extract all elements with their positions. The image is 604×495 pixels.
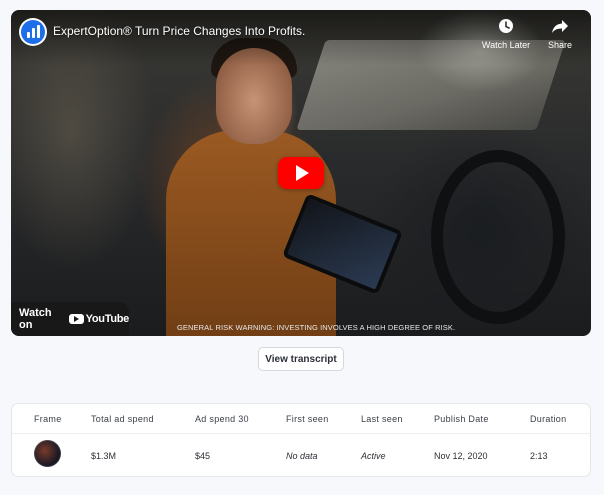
table-header-row: Frame Total ad spend Ad spend 30 First s… bbox=[12, 404, 590, 434]
cell-first-seen: No data bbox=[286, 451, 318, 461]
column-header-duration: Duration bbox=[530, 414, 567, 424]
watch-later-label: Watch Later bbox=[481, 40, 531, 50]
column-header-frame: Frame bbox=[34, 414, 62, 424]
risk-warning-caption: GENERAL RISK WARNING: INVESTING INVOLVES… bbox=[177, 323, 456, 332]
column-header-total-ad-spend: Total ad spend bbox=[91, 414, 154, 424]
youtube-wordmark: YouTube bbox=[85, 313, 130, 325]
cell-duration: 2:13 bbox=[530, 451, 548, 461]
video-title[interactable]: ExpertOption® Turn Price Changes Into Pr… bbox=[53, 24, 305, 38]
frame-thumbnail[interactable] bbox=[34, 440, 61, 467]
video-scene-steering-wheel bbox=[431, 150, 565, 324]
cell-ad-spend-30: $45 bbox=[195, 451, 211, 461]
channel-avatar[interactable] bbox=[19, 18, 47, 46]
watch-on-label: Watch on bbox=[19, 307, 52, 331]
cell-publish-date: Nov 12, 2020 bbox=[434, 451, 488, 461]
youtube-logo: YouTube bbox=[68, 313, 130, 325]
play-icon bbox=[296, 165, 309, 181]
ad-stats-table: Frame Total ad spend Ad spend 30 First s… bbox=[11, 403, 591, 477]
column-header-ad-spend-30: Ad spend 30 bbox=[195, 414, 249, 424]
cell-last-seen: Active bbox=[361, 451, 386, 461]
share-icon bbox=[552, 20, 568, 33]
share-label: Share bbox=[547, 40, 573, 50]
watch-later-button[interactable]: Watch Later bbox=[481, 18, 531, 50]
column-header-publish-date: Publish Date bbox=[434, 414, 489, 424]
column-header-last-seen: Last seen bbox=[361, 414, 403, 424]
play-button[interactable] bbox=[278, 157, 324, 189]
youtube-icon bbox=[68, 314, 84, 324]
cell-total-ad-spend: $1.3M bbox=[91, 451, 117, 461]
channel-logo-icon bbox=[21, 20, 45, 44]
view-transcript-button[interactable]: View transcript bbox=[258, 347, 344, 371]
share-button[interactable]: Share bbox=[535, 18, 585, 50]
video-player[interactable]: ExpertOption® Turn Price Changes Into Pr… bbox=[11, 10, 591, 336]
clock-icon bbox=[499, 19, 513, 33]
watch-on-youtube-link[interactable]: Watch on YouTube bbox=[11, 302, 129, 336]
column-header-first-seen: First seen bbox=[286, 414, 329, 424]
